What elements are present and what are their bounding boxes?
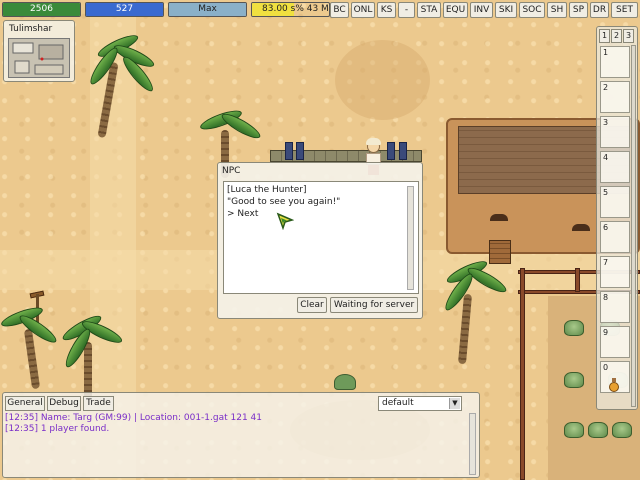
chat-channel-select[interactable]: default ▼ [378, 396, 462, 411]
minimap-map-icon [12, 42, 64, 75]
chat-tab-trade[interactable]: Trade [83, 396, 114, 411]
mp-bar: 527 [85, 2, 164, 17]
online-button[interactable]: ONL [351, 2, 375, 18]
npc-speech-line: "Good to see you again!" [227, 197, 341, 207]
shortcut-slot-1[interactable]: 1 [600, 46, 630, 78]
npc-dialog-scrollbar[interactable] [407, 186, 414, 290]
crop [612, 422, 632, 438]
chat-tab-general[interactable]: General [5, 396, 45, 411]
sand-dune [335, 40, 430, 120]
status-button[interactable]: STA [417, 2, 441, 18]
xp-value: Max [198, 4, 217, 14]
keyboard-setup-button[interactable]: KS [377, 2, 396, 18]
spells-button[interactable]: SP [569, 2, 588, 18]
palm-trunk [23, 328, 41, 390]
npc-next-option[interactable]: > Next [227, 208, 415, 220]
hp-bar: 2506 [2, 2, 81, 17]
skills-button[interactable]: SKI [495, 2, 517, 18]
potion-icon [609, 378, 619, 392]
chat-channel-value: default [382, 398, 414, 408]
shortcut-slot-7[interactable]: 7 [600, 256, 630, 288]
chat-log: [12:35] Name: Targ (GM:99) | Location: 0… [5, 413, 467, 475]
desert-bush [334, 374, 356, 390]
house-window [572, 224, 590, 231]
shortcut-panel[interactable]: 1 2 3 1 2 3 4 5 6 7 8 9 0 [596, 26, 638, 410]
palm-tree [82, 31, 162, 142]
chat-tab-debug[interactable]: Debug [47, 396, 81, 411]
chevron-down-icon[interactable]: ▼ [449, 398, 460, 409]
shortcut-slot-3[interactable]: 3 [600, 116, 630, 148]
settings-button[interactable]: SET [611, 2, 638, 18]
fence-post [520, 268, 525, 480]
chat-message: [12:35] 1 player found. [5, 424, 110, 434]
chat-scrollbar[interactable] [469, 413, 476, 475]
npc-name-line: [Luca the Hunter] [227, 185, 307, 195]
shortcut-slot-label: 0 [603, 363, 609, 372]
equipment-button[interactable]: EQU [443, 2, 468, 18]
npc-dialog-text: [Luca the Hunter] "Good to see you again… [223, 181, 419, 294]
shortcut-tab-2[interactable]: 2 [611, 29, 622, 43]
shortcut-slot-4[interactable]: 4 [600, 151, 630, 183]
shortcut-tab-3[interactable]: 3 [623, 29, 634, 43]
palm-trunk [457, 293, 473, 365]
fence-post [575, 268, 580, 292]
shortcut-slot-5[interactable]: 5 [600, 186, 630, 218]
xp-bar: Max [168, 2, 247, 17]
house-window [490, 214, 508, 221]
shortcuts-button[interactable]: SH [547, 2, 567, 18]
chat-window[interactable]: General Debug Trade default ▼ [12:35] Na… [2, 392, 480, 478]
mouse-cursor-icon [276, 212, 294, 230]
inventory-button[interactable]: INV [470, 2, 493, 18]
mp-value: 527 [115, 4, 134, 14]
minimap-title: Tulimshar [9, 24, 53, 34]
player-hair [366, 138, 381, 145]
social-button[interactable]: SOC [519, 2, 545, 18]
hp-value: 2506 [30, 4, 53, 14]
drop-button[interactable]: DR [590, 2, 609, 18]
gate-pillar [399, 142, 407, 160]
gate-pillar [387, 142, 395, 160]
shortcut-tab-1[interactable]: 1 [599, 29, 610, 43]
waiting-for-server-button[interactable]: Waiting for server [330, 297, 418, 313]
minimize-button[interactable]: - [398, 2, 415, 18]
npc-dialog-title: NPC [222, 166, 241, 176]
chat-message: [12:35] Name: Targ (GM:99) | Location: 0… [5, 413, 262, 423]
broadcast-button[interactable]: BC [330, 2, 349, 18]
palm-tree [435, 257, 515, 368]
shortcut-slot-2[interactable]: 2 [600, 81, 630, 113]
minimap-view[interactable] [8, 38, 70, 78]
crop [564, 372, 584, 388]
job-bar: 83.00 s% 43 M [251, 2, 330, 17]
minimap[interactable]: Tulimshar [3, 20, 75, 82]
clear-button[interactable]: Clear [297, 297, 327, 313]
job-value: 83.00 s% 43 M [262, 4, 329, 14]
shortcut-slot-0[interactable]: 0 [600, 361, 630, 393]
shortcut-slot-9[interactable]: 9 [600, 326, 630, 358]
npc-dialog[interactable]: NPC [Luca the Hunter] "Good to see you a… [217, 162, 423, 319]
gate-pillar [296, 142, 304, 160]
shortcut-slot-8[interactable]: 8 [600, 291, 630, 323]
crop [564, 320, 584, 336]
crop [564, 422, 584, 438]
gate-pillar [285, 142, 293, 160]
shortcut-scrollbar[interactable] [631, 45, 636, 407]
crop [588, 422, 608, 438]
shortcut-slot-6[interactable]: 6 [600, 221, 630, 253]
